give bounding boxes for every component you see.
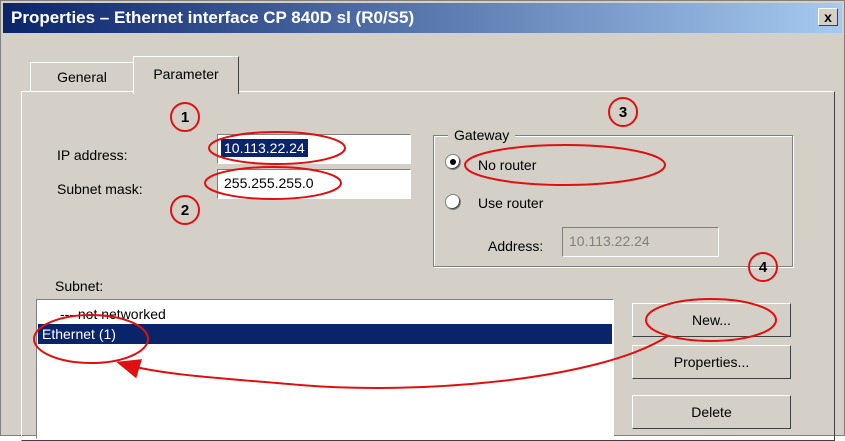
gateway-group-title: Gateway xyxy=(448,127,516,143)
radio-selected-dot xyxy=(450,159,456,165)
list-item-ethernet-1[interactable]: Ethernet (1) xyxy=(38,324,612,344)
tab-parameter[interactable]: Parameter xyxy=(133,56,239,94)
ip-address-input[interactable]: 10.113.22.24 xyxy=(217,134,411,164)
title-bar[interactable]: Properties – Ethernet interface CP 840D … xyxy=(3,3,842,33)
subnet-mask-input[interactable]: 255.255.255.0 xyxy=(217,169,411,199)
gateway-address-input: 10.113.22.24 xyxy=(562,227,719,257)
ip-address-label: IP address: xyxy=(57,147,128,163)
ip-address-value: 10.113.22.24 xyxy=(221,139,308,157)
properties-dialog: Properties – Ethernet interface CP 840D … xyxy=(0,0,845,441)
no-router-radio[interactable] xyxy=(445,154,461,170)
gateway-address-value: 10.113.22.24 xyxy=(569,233,650,249)
tab-general[interactable]: General xyxy=(30,62,134,92)
gateway-address-label: Address: xyxy=(488,238,544,254)
use-router-label[interactable]: Use router xyxy=(478,195,543,211)
delete-subnet-button[interactable]: Delete xyxy=(632,395,791,429)
close-button[interactable]: x xyxy=(818,8,838,26)
window-title: Properties – Ethernet interface CP 840D … xyxy=(11,8,415,27)
subnet-list-label: Subnet: xyxy=(55,278,104,294)
subnet-list[interactable]: --- not networked Ethernet (1) xyxy=(36,299,614,439)
list-item-not-networked[interactable]: --- not networked xyxy=(38,304,612,324)
subnet-properties-button[interactable]: Properties... xyxy=(632,345,791,379)
subnet-mask-value: 255.255.255.0 xyxy=(224,175,314,191)
use-router-radio[interactable] xyxy=(445,194,461,210)
no-router-label[interactable]: No router xyxy=(478,157,536,173)
subnet-mask-label: Subnet mask: xyxy=(57,181,143,197)
new-subnet-button[interactable]: New... xyxy=(632,303,791,337)
